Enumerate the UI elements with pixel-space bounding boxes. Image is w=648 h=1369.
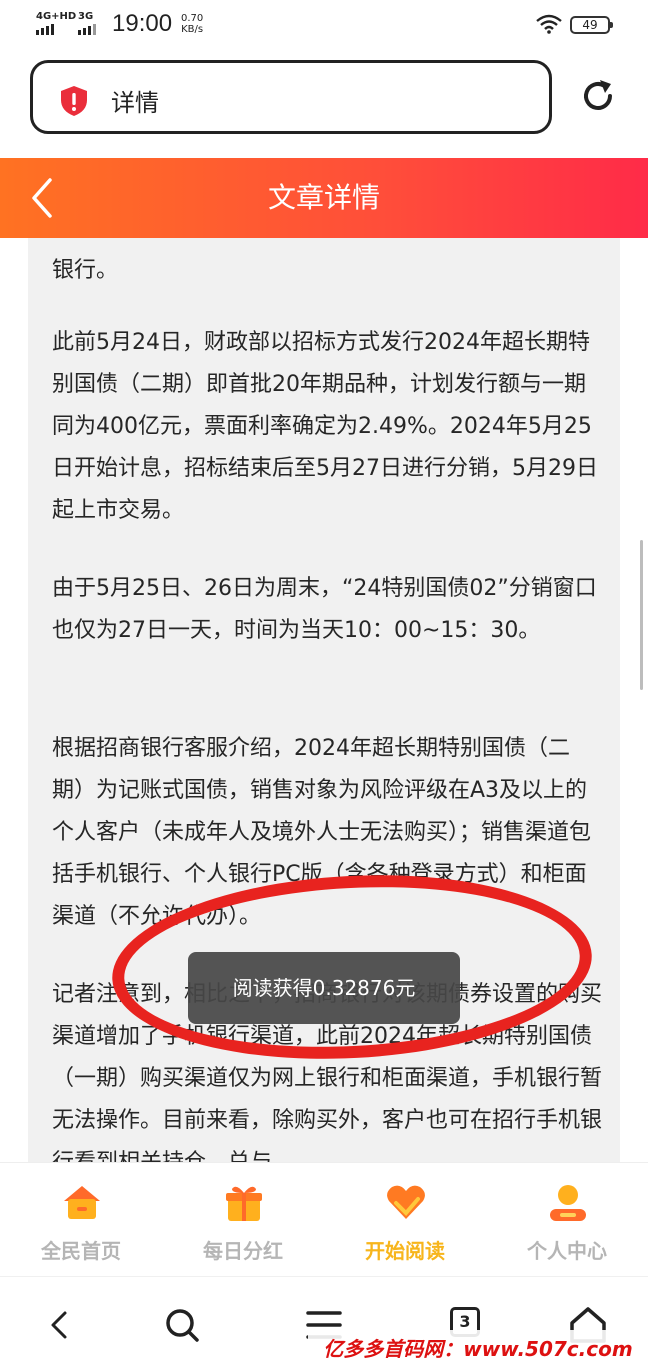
network-secondary: 3G: [78, 11, 94, 22]
scrollbar[interactable]: [640, 540, 643, 690]
tab-label: 每日分红: [203, 1239, 283, 1263]
page-header: 文章详情: [0, 158, 648, 238]
tab-profile[interactable]: 个人中心: [486, 1163, 648, 1275]
tab-label: 个人中心: [527, 1239, 607, 1263]
network-speed: 0.70 KB/s: [181, 13, 203, 35]
speed-value: 0.70: [181, 13, 204, 24]
address-title: 详情: [111, 89, 159, 117]
reload-icon[interactable]: [578, 76, 618, 116]
wifi-icon: [536, 14, 562, 34]
gift-icon: [226, 1186, 262, 1221]
status-bar: 4G+HD 3G 19:00 0.70 KB/s 49: [0, 0, 648, 52]
article-paragraph: 由于5月25日、26日为周末，“24特别国债02”分销窗口也仅为27日一天，时间…: [52, 576, 597, 643]
user-icon: [550, 1185, 586, 1221]
bottom-tab-bar: 全民首页 每日分红 开始阅读 个人中心: [0, 1162, 648, 1275]
signal-secondary-icon: [78, 24, 96, 35]
shield-alert-icon[interactable]: [59, 85, 89, 117]
article-paragraph: 此前5月24日，财政部以招标方式发行2024年超长期特别国债（二期）即首批20年…: [52, 330, 598, 523]
battery-indicator: 49: [570, 16, 613, 34]
tab-label: 全民首页: [41, 1239, 121, 1263]
search-icon[interactable]: [160, 1303, 204, 1347]
status-time: 19:00: [112, 10, 173, 37]
signal-icon: [36, 24, 54, 35]
address-bar[interactable]: 详情: [30, 60, 552, 134]
back-icon[interactable]: [38, 1303, 82, 1347]
page-title: 文章详情: [267, 181, 380, 214]
reward-toast: 阅读获得0.32876元: [188, 952, 460, 1024]
article-paragraph: 银行。: [52, 258, 119, 283]
network-primary: 4G+HD: [36, 11, 77, 22]
speed-unit: KB/s: [181, 24, 204, 35]
tab-label: 开始阅读: [365, 1239, 445, 1263]
tab-dividend[interactable]: 每日分红: [162, 1163, 324, 1275]
tab-reading[interactable]: 开始阅读: [324, 1163, 486, 1275]
watermark: 亿多多首码网：www.507c.com: [308, 1330, 648, 1368]
tab-home[interactable]: 全民首页: [0, 1163, 162, 1275]
home-icon: [64, 1186, 100, 1219]
heart-tag-icon: [387, 1185, 425, 1219]
